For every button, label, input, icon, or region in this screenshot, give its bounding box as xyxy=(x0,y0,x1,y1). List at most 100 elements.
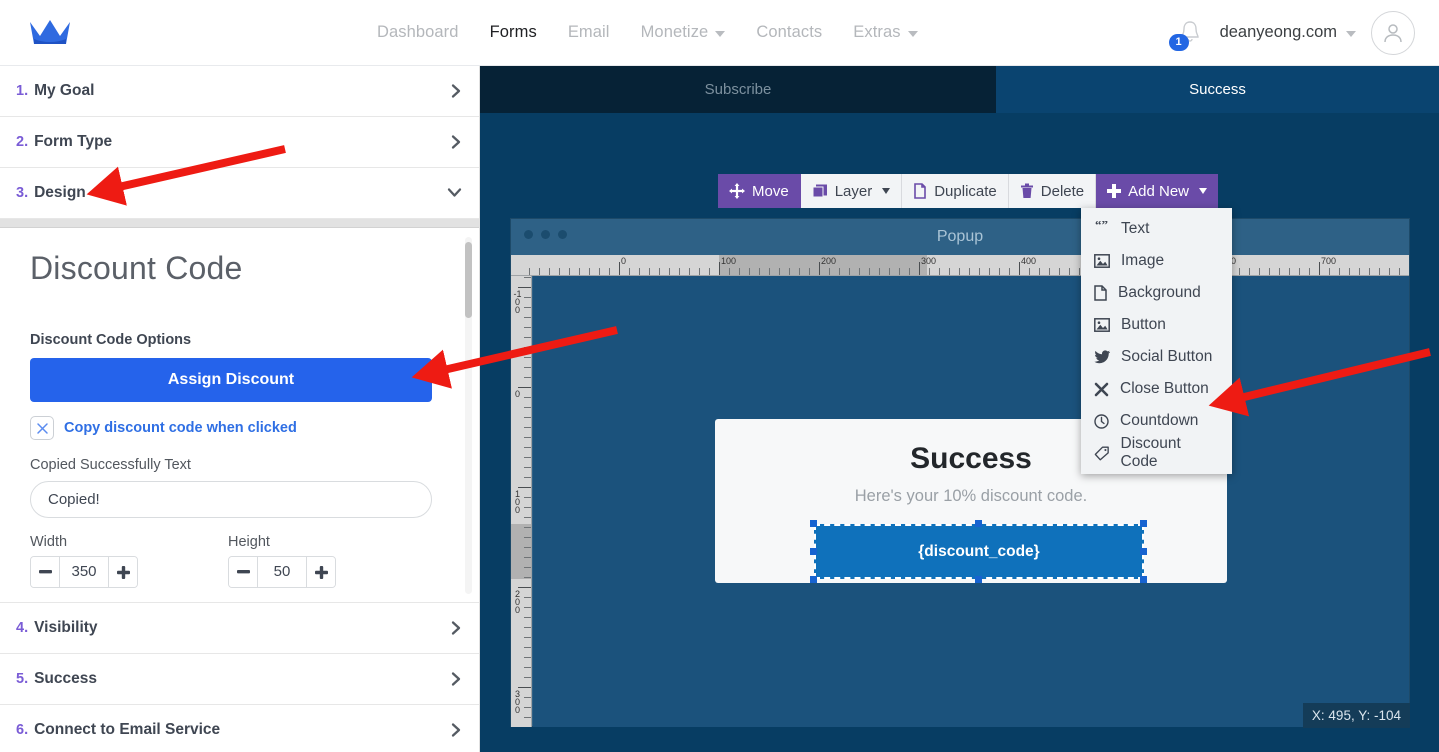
sidebar-step-design[interactable]: 3. Design xyxy=(0,168,479,219)
ruler-tick xyxy=(799,268,800,275)
resize-handle-se[interactable] xyxy=(1140,576,1147,583)
menu-item-countdown[interactable]: Countdown xyxy=(1081,405,1232,437)
tab-label: Success xyxy=(1189,81,1246,98)
copy-discount-checkbox-row[interactable]: Copy discount code when clicked xyxy=(30,416,426,440)
sidebar-step-connect-email[interactable]: 6. Connect to Email Service xyxy=(0,705,479,752)
ruler-tick xyxy=(549,268,550,275)
toolbar-layer-button[interactable]: Layer xyxy=(800,174,903,208)
ruler-tick xyxy=(759,268,760,275)
ruler-tick xyxy=(589,268,590,275)
ruler-tick xyxy=(669,268,670,275)
panel-scrollbar-thumb[interactable] xyxy=(465,242,472,318)
menu-item-image[interactable]: Image xyxy=(1081,245,1232,277)
menu-item-label: Text xyxy=(1121,220,1150,237)
ruler-tick xyxy=(524,297,531,298)
ruler-tick xyxy=(569,268,570,275)
toolbar-duplicate-button[interactable]: Duplicate xyxy=(902,174,1009,208)
clock-icon xyxy=(1094,413,1109,429)
ruler-tick xyxy=(839,268,840,275)
tab-subscribe[interactable]: Subscribe xyxy=(480,66,996,113)
menu-item-background[interactable]: Background xyxy=(1081,277,1232,309)
tab-label: Subscribe xyxy=(704,81,772,98)
nav-label: Email xyxy=(567,23,610,41)
sidebar-step-form-type[interactable]: 2. Form Type xyxy=(0,117,479,168)
ruler-tick xyxy=(1339,268,1340,275)
menu-item-close-button[interactable]: Close Button xyxy=(1081,373,1232,405)
menu-item-text[interactable]: “” Text xyxy=(1081,213,1232,245)
height-stepper[interactable]: 50 xyxy=(228,556,336,588)
account-domain-selector[interactable]: deanyeong.com xyxy=(1220,23,1356,42)
toolbar-move-button[interactable]: Move xyxy=(718,174,801,208)
assign-discount-button[interactable]: Assign Discount xyxy=(30,358,432,402)
copied-text-input[interactable] xyxy=(30,481,432,518)
resize-handle-ne[interactable] xyxy=(1140,520,1147,527)
ruler-tick xyxy=(1029,268,1030,275)
window-dot xyxy=(558,230,567,239)
toolbar-label: Move xyxy=(752,182,789,200)
sidebar-step-success[interactable]: 5. Success xyxy=(0,654,479,705)
avatar[interactable] xyxy=(1371,10,1415,55)
toolbar-delete-button[interactable]: Delete xyxy=(1008,174,1097,208)
ruler-tick xyxy=(524,457,531,458)
nav-item-contacts[interactable]: Contacts xyxy=(756,23,822,42)
ruler-tick xyxy=(524,367,531,368)
ruler-tick xyxy=(909,268,910,275)
popup-subtext[interactable]: Here's your 10% discount code. xyxy=(715,487,1227,506)
nav-item-extras[interactable]: Extras xyxy=(853,23,918,42)
nav-item-email[interactable]: Email xyxy=(568,23,610,42)
user-avatar-icon xyxy=(1384,23,1402,42)
height-increment-button[interactable] xyxy=(307,557,335,587)
resize-handle-n[interactable] xyxy=(975,520,982,527)
app-root: Dashboard Forms Email Monetize Contacts … xyxy=(0,0,1439,752)
chevron-down-icon xyxy=(1346,30,1356,37)
height-value[interactable]: 50 xyxy=(257,557,307,587)
toolbar-add-new-button[interactable]: Add New xyxy=(1096,174,1218,208)
resize-handle-sw[interactable] xyxy=(810,576,817,583)
selected-element-wrapper[interactable]: {discount_code} xyxy=(810,520,1147,583)
nav-item-monetize[interactable]: Monetize xyxy=(641,23,726,42)
ruler-label: 0 xyxy=(621,256,627,266)
trash-icon xyxy=(1020,183,1033,198)
ruler-tick xyxy=(829,268,830,275)
chevron-down-icon xyxy=(715,30,726,37)
width-increment-button[interactable] xyxy=(109,557,137,587)
discount-code-element[interactable]: {discount_code} xyxy=(814,524,1144,579)
canvas-body: -100 0 100 200 300 Success Here's your 10% d… xyxy=(511,276,1409,727)
ruler-tick xyxy=(1329,268,1330,275)
ruler-tick xyxy=(679,268,680,275)
nav-label: Extras xyxy=(853,23,901,41)
layers-icon xyxy=(812,184,827,198)
nav-item-dashboard[interactable]: Dashboard xyxy=(377,23,459,42)
ruler-tick xyxy=(619,262,620,275)
notifications-button[interactable]: 1 xyxy=(1168,16,1205,51)
chevron-down-icon xyxy=(1199,188,1207,194)
menu-item-social-button[interactable]: Social Button xyxy=(1081,341,1232,373)
width-value[interactable]: 350 xyxy=(59,557,109,587)
resize-handle-nw[interactable] xyxy=(810,520,817,527)
ruler-tick xyxy=(1399,268,1400,275)
menu-item-button[interactable]: Button xyxy=(1081,309,1232,341)
copy-discount-checkbox[interactable] xyxy=(30,416,54,440)
nav-item-forms[interactable]: Forms xyxy=(490,23,537,42)
ruler-tick xyxy=(524,467,531,468)
resize-handle-w[interactable] xyxy=(810,548,817,555)
width-decrement-button[interactable] xyxy=(31,557,59,587)
ruler-tick xyxy=(524,397,531,398)
ruler-tick xyxy=(729,268,730,275)
ruler-tick xyxy=(849,268,850,275)
menu-item-discount-code[interactable]: Discount Code xyxy=(1081,435,1232,470)
resize-handle-e[interactable] xyxy=(1140,548,1147,555)
ruler-tick xyxy=(1009,268,1010,275)
twitter-bird-icon xyxy=(1094,350,1110,364)
width-stepper[interactable]: 350 xyxy=(30,556,138,588)
sidebar-step-visibility[interactable]: 4. Visibility xyxy=(0,603,479,654)
step-label: Connect to Email Service xyxy=(34,721,221,738)
ruler-tick xyxy=(524,517,531,518)
ruler-tick xyxy=(524,327,531,328)
sidebar-step-my-goal[interactable]: 1. My Goal xyxy=(0,66,479,117)
tab-success[interactable]: Success xyxy=(996,66,1439,113)
height-decrement-button[interactable] xyxy=(229,557,257,587)
popup-canvas[interactable]: Success Here's your 10% discount code. {… xyxy=(533,276,1409,727)
logo-container[interactable] xyxy=(0,19,100,46)
resize-handle-s[interactable] xyxy=(975,576,982,583)
